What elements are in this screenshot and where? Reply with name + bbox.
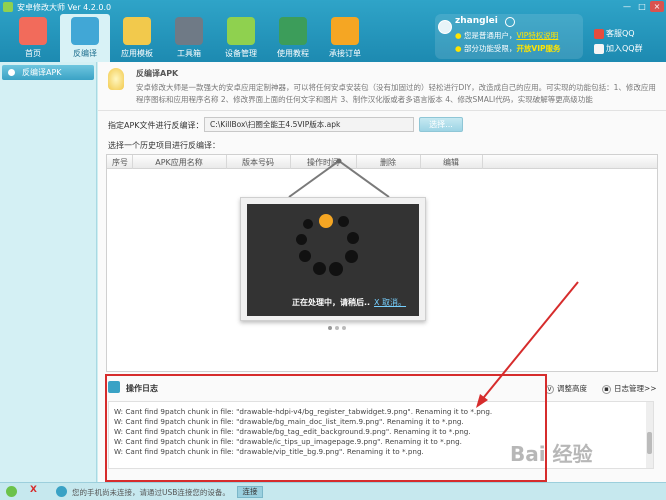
status-bar: X 您的手机尚未连接，请通过USB连接您的设备。 连接 [0, 482, 666, 500]
watermark: Bai 经验 [510, 442, 593, 466]
connect-button[interactable]: 连接 [237, 486, 263, 498]
annotation-arrow [476, 281, 579, 408]
computer-icon [6, 486, 17, 497]
phone-icon [56, 486, 67, 497]
connection-status-text: 您的手机尚未连接，请通过USB连接您的设备。 [72, 488, 230, 497]
disconnected-icon: X [30, 485, 37, 495]
